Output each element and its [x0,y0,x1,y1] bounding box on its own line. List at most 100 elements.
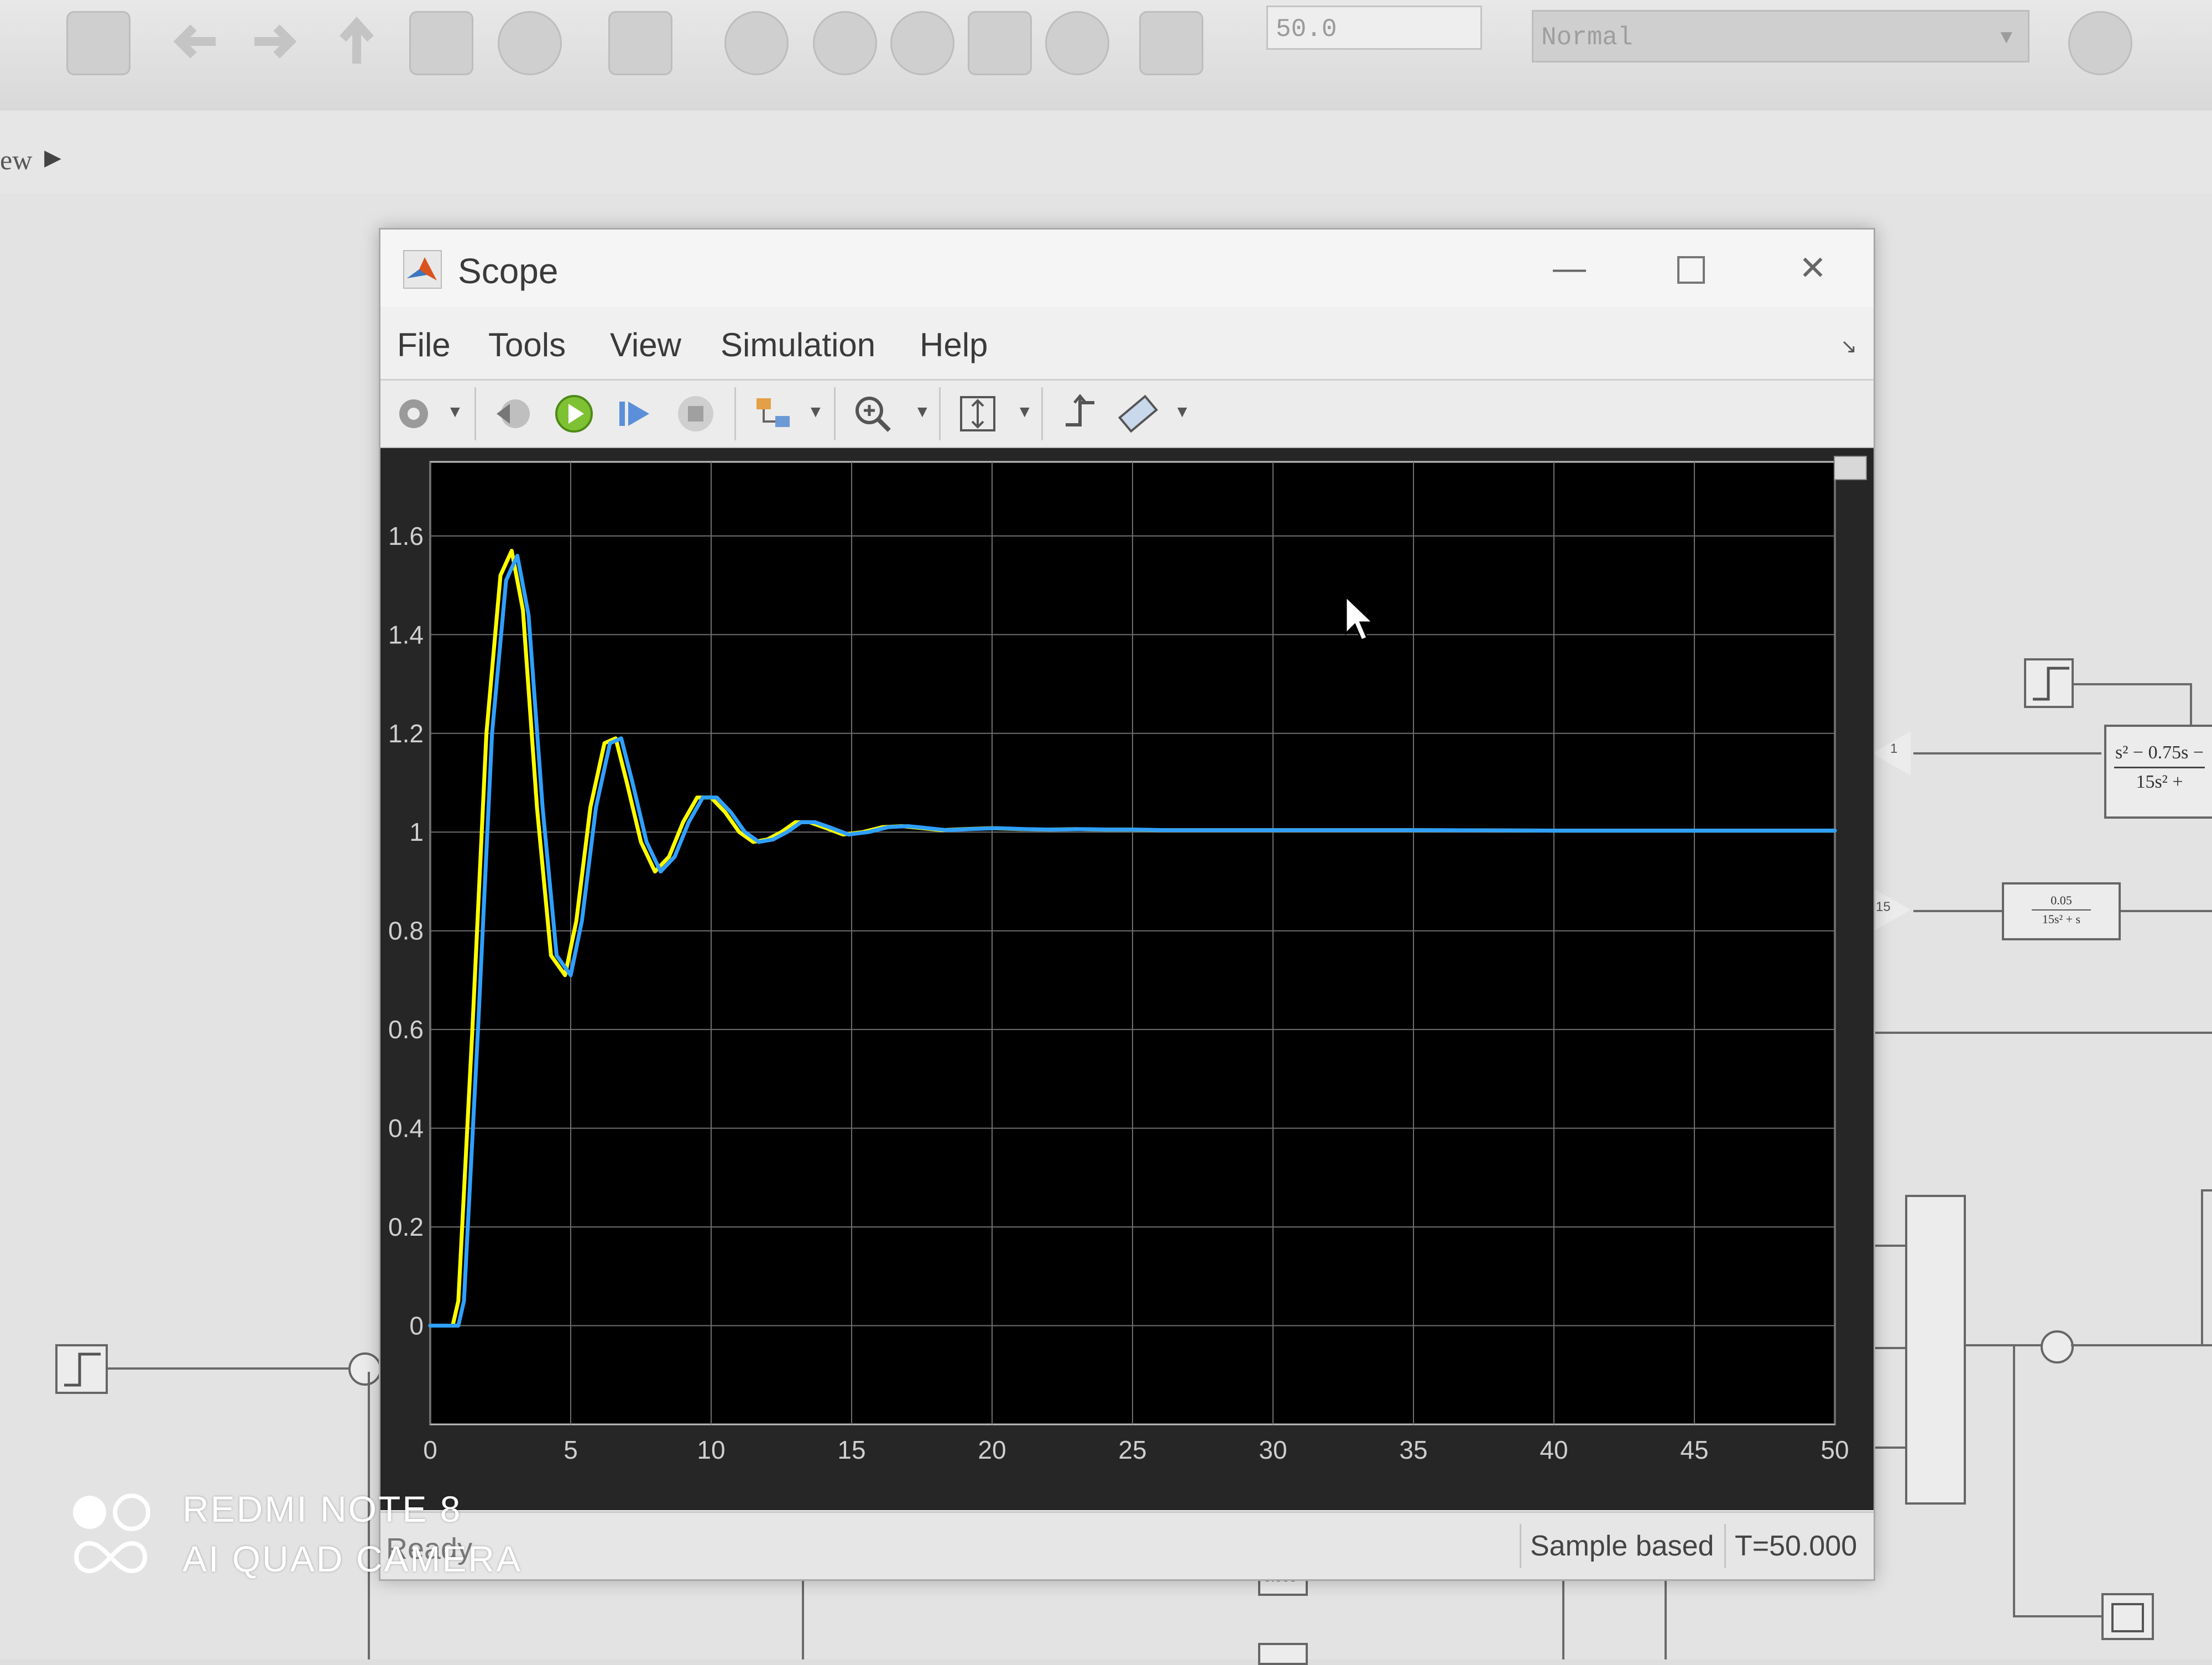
menu-view[interactable]: View [610,326,681,364]
x-tick-label: 30 [1259,1435,1287,1464]
stop-icon[interactable] [1045,11,1109,75]
triggers-icon[interactable] [1058,392,1102,436]
menu-file[interactable]: File [397,326,451,364]
transfer-function-block-small[interactable]: 0.05 15s² + s [2002,882,2121,940]
breadcrumb-label[interactable]: ew [0,144,32,176]
chevron-right-icon[interactable]: ▶ [44,145,61,170]
step-block-right[interactable] [2024,658,2074,708]
up-icon[interactable] [326,11,387,72]
x-tick-label: 50 [1820,1435,1849,1464]
x-tick-label: 5 [564,1435,578,1464]
settings-gear-icon[interactable] [498,11,562,75]
simulation-mode-select[interactable]: Normal ▼ [1532,10,2030,63]
autoscale-icon[interactable] [956,392,1000,436]
signal-line [1864,1032,2212,1034]
block[interactable] [1258,1643,1308,1665]
y-tick-label: 1 [409,818,424,846]
signal-line [2121,910,2212,912]
status-sample-mode: Sample based [1520,1524,1729,1568]
step-block[interactable] [55,1344,108,1394]
signal-line [2013,1344,2015,1615]
signal-line [2201,1189,2203,1344]
run-icon[interactable] [890,11,954,75]
y-tick-label: 1.6 [388,522,424,550]
x-tick-label: 35 [1399,1435,1427,1464]
highlight-block-icon[interactable] [751,392,795,436]
menu-simulation[interactable]: Simulation [721,326,875,364]
y-tick-label: 1.2 [388,719,424,748]
camera-watermark: REDMI NOTE 8 AI QUAD CAMERA [66,1482,564,1593]
signal-line [108,1367,351,1370]
toolbar-separator [939,387,941,440]
tf-denominator: 15s² + [2136,772,2183,792]
signal-line [2190,683,2192,725]
y-tick-label: 0.8 [388,917,424,945]
forward-icon[interactable] [243,11,304,72]
check-icon[interactable] [2068,11,2132,75]
sum-block-right[interactable] [2041,1330,2074,1364]
plot-area[interactable]: 0 5 10 15 20 25 30 35 40 45 50 0 0.2 0.4 0.6 0.8 1 1.2 1.4… [380,448,1874,1510]
stop-time-input[interactable]: 50.0 [1266,6,1482,50]
toolbar-separator [474,387,476,440]
y-tick-label: 0 [409,1312,424,1340]
chevron-down-icon: ▼ [2000,27,2012,49]
chevron-down-icon[interactable]: ▼ [807,403,824,422]
maximize-icon[interactable] [1669,246,1713,290]
stop-icon[interactable] [674,392,718,436]
signal-line [2071,1344,2212,1346]
model-explorer-icon[interactable] [608,11,672,75]
zoom-in-icon[interactable] [851,392,895,436]
step-forward-icon[interactable] [968,11,1032,75]
sum-block[interactable] [348,1352,382,1386]
chevron-down-icon[interactable]: ▼ [1016,403,1033,422]
chevron-down-icon[interactable]: ▼ [1174,403,1191,422]
y-tick-label: 0.4 [388,1114,424,1143]
tf-small-numerator: 0.05 [2051,893,2072,907]
step-back-icon[interactable] [491,392,535,436]
status-sim-time: T=50.000 [1724,1524,1879,1568]
toolbar-separator [834,387,836,440]
save-icon[interactable] [66,11,131,75]
step-forward-icon[interactable] [613,392,657,436]
close-icon[interactable]: ✕ [1791,246,1835,290]
menu-bar: File Tools View Simulation Help ↘ [380,313,1874,373]
menu-help[interactable]: Help [920,326,988,364]
measurements-ruler-icon[interactable] [1116,392,1160,436]
toolbar-separator [734,387,736,440]
signal-line [2074,683,2190,685]
undock-icon[interactable]: ↘ [1840,335,1857,358]
minimize-icon[interactable]: — [1547,246,1592,290]
step-back-icon[interactable] [813,11,877,75]
breadcrumb: ew ▶ [0,111,2212,196]
back-icon[interactable] [166,11,227,72]
window-title: Scope [458,251,559,291]
gear-icon[interactable] [392,392,436,436]
gain-label: 15 [1876,899,1891,914]
transfer-function-block[interactable]: s² − 0.75s − 15s² + [2104,725,2212,819]
simulation-mode-label: Normal [1541,23,1633,52]
scope-window[interactable]: Scope — ✕ File Tools View Simulation Hel… [379,228,1875,1581]
run-icon[interactable] [552,392,596,436]
camera-lens-logo-icon [73,1494,150,1574]
debug-icon[interactable] [724,11,789,75]
y-tick-label: 0.2 [388,1213,424,1241]
scope-block[interactable] [2101,1593,2154,1640]
matlab-logo-icon [403,250,442,289]
x-tick-label: 0 [423,1435,437,1464]
x-tick-label: 25 [1118,1435,1146,1464]
y-tick-label: 0.6 [388,1015,424,1044]
mouse-cursor-icon [1345,595,1375,641]
chevron-down-icon[interactable]: ▼ [914,403,931,422]
axes-restore-button[interactable] [1834,456,1867,480]
chevron-down-icon[interactable]: ▼ [447,403,463,422]
mux-block[interactable] [1905,1195,1966,1505]
x-tick-label: 20 [978,1435,1006,1464]
menu-tools[interactable]: Tools [488,326,566,364]
tf-small-denominator: 15s² + s [2042,912,2081,926]
library-browser-icon[interactable] [409,11,473,75]
gain-label: 1 [1890,741,1898,756]
status-bar: Ready Sample based T=50.000 [380,1511,1874,1579]
toolbar-separator [1041,387,1043,440]
data-inspector-icon[interactable] [1139,11,1203,75]
title-bar[interactable]: Scope — ✕ [380,230,1874,307]
